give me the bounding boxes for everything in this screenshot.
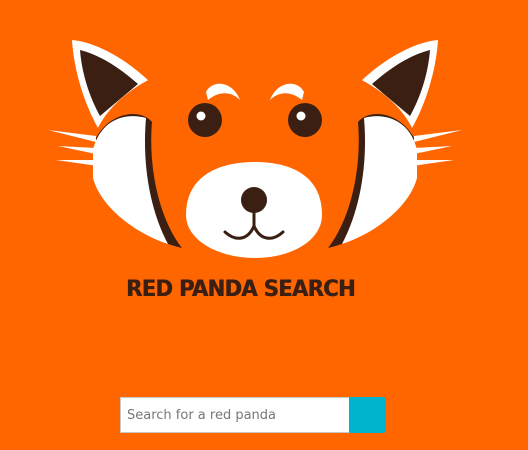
search-button[interactable] bbox=[349, 397, 386, 433]
red-panda-face-icon bbox=[48, 40, 462, 265]
right-eye bbox=[288, 103, 322, 137]
search-input[interactable] bbox=[120, 397, 350, 433]
left-eye bbox=[188, 103, 222, 137]
nose bbox=[241, 187, 267, 213]
brand-title: RED PANDA SEARCH bbox=[126, 276, 355, 302]
search-bar bbox=[120, 397, 386, 433]
logo: RED PANDA SEARCH bbox=[0, 0, 528, 301]
